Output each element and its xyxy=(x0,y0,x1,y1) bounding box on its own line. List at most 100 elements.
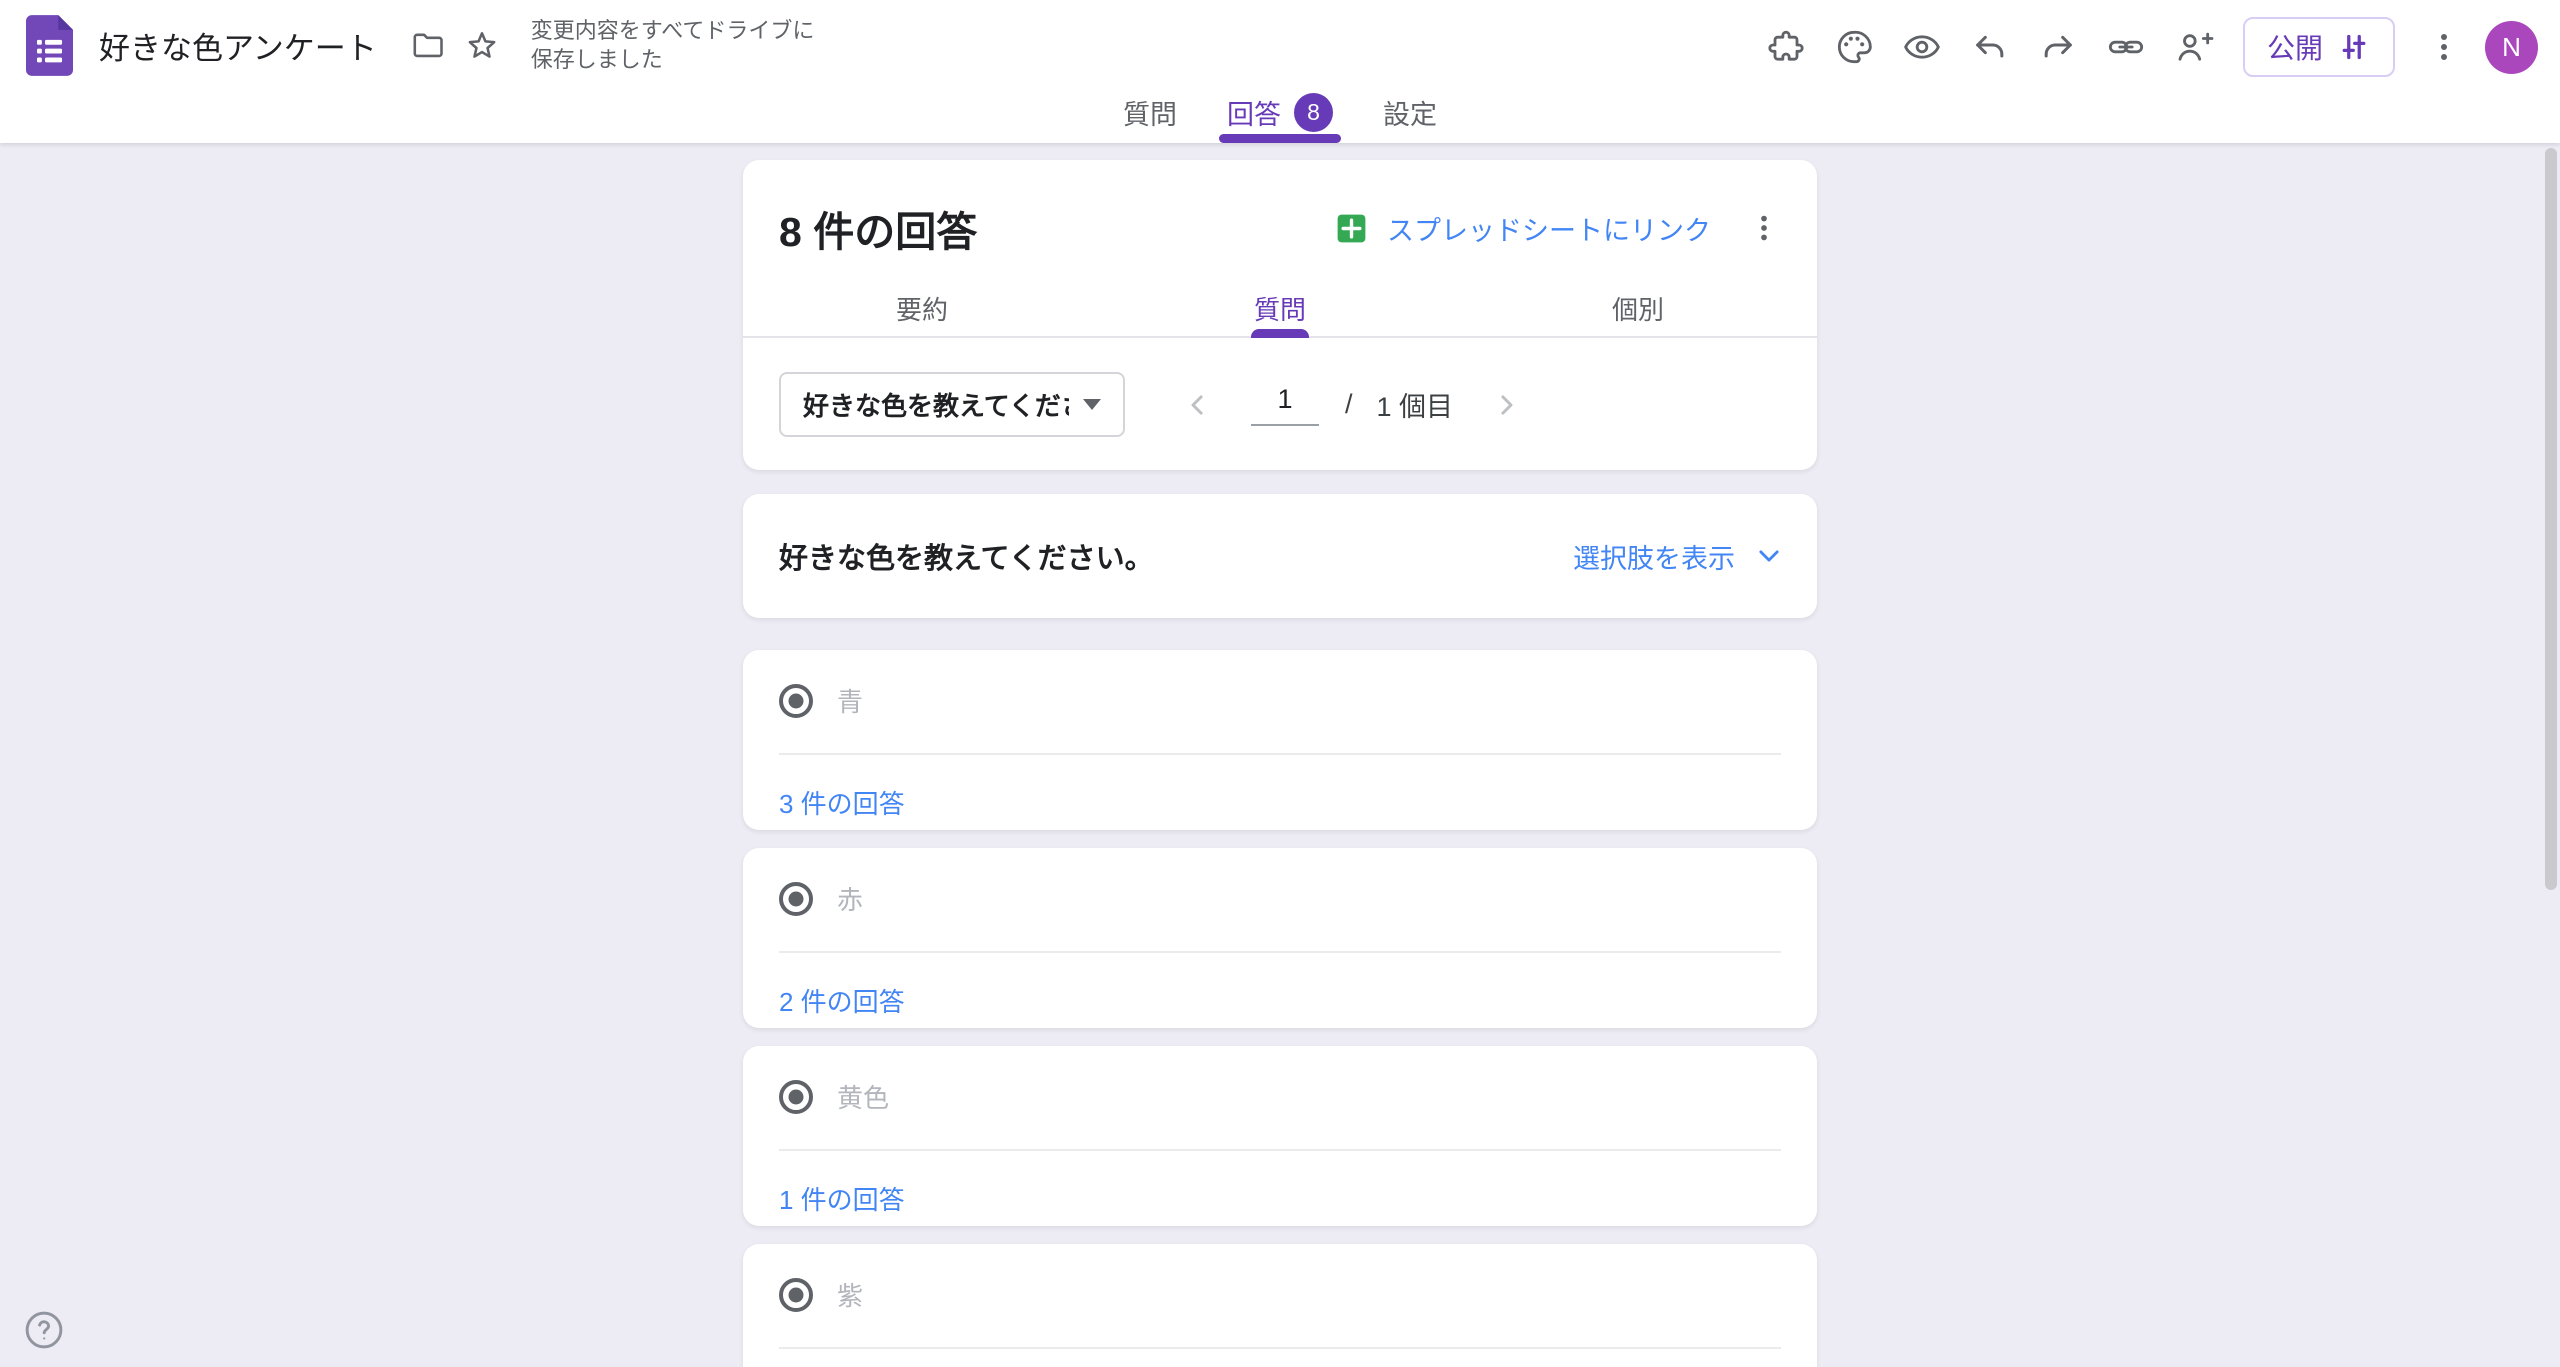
preview-button[interactable] xyxy=(1895,20,1949,74)
person-add-icon xyxy=(2174,27,2214,67)
radio-selected-icon xyxy=(779,1278,813,1312)
undo-icon xyxy=(1970,27,2010,67)
header-left: 好きな色アンケート 変更内容をすべてドライブに 保存しました xyxy=(26,0,814,90)
answer-card-yellow: 黄色 1 件の回答 xyxy=(743,1046,1817,1226)
addons-button[interactable] xyxy=(1759,20,1813,74)
pager-separator: / xyxy=(1345,389,1353,420)
option-row: 黄色 xyxy=(743,1046,1817,1115)
responses-summary-card: 8 件の回答 スプレッドシートにリンク 要約 質問 xyxy=(743,160,1817,470)
subtab-individual-label: 個別 xyxy=(1612,290,1664,327)
option-row: 紫 xyxy=(743,1244,1817,1313)
response-count-link[interactable]: 3 件の回答 xyxy=(779,784,905,821)
show-options-button[interactable]: 選択肢を表示 xyxy=(1573,537,1783,576)
responses-count-title: 8 件の回答 xyxy=(779,198,1333,258)
question-pager: 1 / 1 個目 xyxy=(1175,382,1529,428)
sheets-icon xyxy=(1333,210,1370,247)
theme-button[interactable] xyxy=(1827,20,1881,74)
tab-questions[interactable]: 質問 xyxy=(1119,87,1181,143)
undo-button[interactable] xyxy=(1963,20,2017,74)
option-row: 青 xyxy=(743,650,1817,719)
current-question-input[interactable]: 1 xyxy=(1251,384,1319,426)
divider xyxy=(779,1347,1781,1349)
response-count-link[interactable]: 2 件の回答 xyxy=(779,982,905,1019)
saved-status: 変更内容をすべてドライブに 保存しました xyxy=(531,16,815,74)
show-options-label: 選択肢を表示 xyxy=(1573,537,1735,576)
chevron-down-icon xyxy=(1755,542,1783,570)
star-icon xyxy=(464,27,500,63)
saved-status-line1: 変更内容をすべてドライブに xyxy=(531,16,815,45)
link-icon xyxy=(2106,27,2146,67)
question-select-value: 好きな色を教えてください。 xyxy=(803,386,1069,423)
publish-button[interactable]: 公開 xyxy=(2243,17,2395,77)
publish-settings-sliders-icon xyxy=(2337,30,2371,64)
account-avatar[interactable]: N xyxy=(2485,21,2538,74)
next-question-button[interactable] xyxy=(1483,382,1529,428)
avatar-initial: N xyxy=(2502,32,2521,63)
copy-link-button[interactable] xyxy=(2099,20,2153,74)
option-label: 黄色 xyxy=(837,1078,889,1115)
radio-selected-icon xyxy=(779,882,813,916)
star-button[interactable] xyxy=(455,18,509,72)
link-to-sheets-label: スプレッドシートにリンク xyxy=(1387,209,1711,248)
link-to-sheets-button[interactable]: スプレッドシートにリンク xyxy=(1333,209,1711,248)
option-label: 紫 xyxy=(837,1276,863,1313)
tab-responses[interactable]: 回答 8 xyxy=(1223,87,1337,143)
eye-icon xyxy=(1902,27,1942,67)
radio-selected-icon xyxy=(779,684,813,718)
subtab-summary-label: 要約 xyxy=(896,290,948,327)
previous-question-button[interactable] xyxy=(1175,382,1221,428)
tab-settings-label: 設定 xyxy=(1383,93,1437,132)
add-collaborators-button[interactable] xyxy=(2167,20,2221,74)
redo-icon xyxy=(2038,27,2078,67)
subtab-question[interactable]: 質問 xyxy=(1101,280,1459,336)
answer-card-red: 赤 2 件の回答 xyxy=(743,848,1817,1028)
folder-icon xyxy=(410,27,446,63)
more-options-button[interactable] xyxy=(2417,20,2471,74)
redo-button[interactable] xyxy=(2031,20,2085,74)
divider xyxy=(779,753,1781,755)
answer-card-purple: 紫 xyxy=(743,1244,1817,1367)
vertical-scrollbar-thumb[interactable] xyxy=(2545,148,2557,890)
help-icon xyxy=(22,1308,66,1352)
subtab-individual[interactable]: 個別 xyxy=(1459,280,1817,336)
option-label: 赤 xyxy=(837,880,863,917)
forms-logo-icon xyxy=(26,15,73,76)
pager-total: 1 個目 xyxy=(1377,385,1454,424)
form-title: 好きな色アンケート xyxy=(99,23,377,68)
tab-settings[interactable]: 設定 xyxy=(1379,87,1441,143)
google-forms-responses-page: 好きな色アンケート 変更内容をすべてドライブに 保存しました xyxy=(0,0,2560,1367)
option-row: 赤 xyxy=(743,848,1817,917)
move-folder-button[interactable] xyxy=(401,18,455,72)
question-card: 好きな色を教えてください。 選択肢を表示 xyxy=(743,494,1817,618)
divider xyxy=(779,951,1781,953)
responses-sub-tabs: 要約 質問 個別 xyxy=(743,280,1817,338)
palette-icon xyxy=(1834,27,1874,67)
answer-card-blue: 青 3 件の回答 xyxy=(743,650,1817,830)
responses-count-badge: 8 xyxy=(1294,93,1333,132)
chevron-right-icon xyxy=(1491,390,1521,420)
response-count-link[interactable]: 1 件の回答 xyxy=(779,1180,905,1217)
header-toolbar: 公開 N xyxy=(1759,7,2538,87)
help-button[interactable] xyxy=(22,1308,66,1352)
option-label: 青 xyxy=(837,682,863,719)
saved-status-line2: 保存しました xyxy=(531,45,815,74)
app-header: 好きな色アンケート 変更内容をすべてドライブに 保存しました xyxy=(0,0,2560,143)
question-selector-row: 好きな色を教えてください。 1 / 1 個目 xyxy=(779,372,1781,437)
responses-header: 8 件の回答 スプレッドシートにリンク xyxy=(743,160,1817,258)
subtab-summary[interactable]: 要約 xyxy=(743,280,1101,336)
tab-questions-label: 質問 xyxy=(1123,93,1177,132)
radio-selected-icon xyxy=(779,1080,813,1114)
kebab-menu-icon xyxy=(2425,28,2463,66)
main-nav-tabs: 質問 回答 8 設定 xyxy=(1119,87,1441,143)
subtab-question-label: 質問 xyxy=(1254,290,1306,327)
responses-more-button[interactable] xyxy=(1737,201,1791,255)
publish-label: 公開 xyxy=(2267,27,2323,67)
chevron-left-icon xyxy=(1183,390,1213,420)
question-select-dropdown[interactable]: 好きな色を教えてください。 xyxy=(779,372,1125,437)
tab-responses-label: 回答 xyxy=(1227,93,1281,132)
extensions-puzzle-icon xyxy=(1766,27,1806,67)
kebab-menu-icon xyxy=(1746,210,1782,246)
dropdown-caret-icon xyxy=(1083,399,1101,410)
divider xyxy=(779,1149,1781,1151)
question-title: 好きな色を教えてください。 xyxy=(779,535,1573,577)
